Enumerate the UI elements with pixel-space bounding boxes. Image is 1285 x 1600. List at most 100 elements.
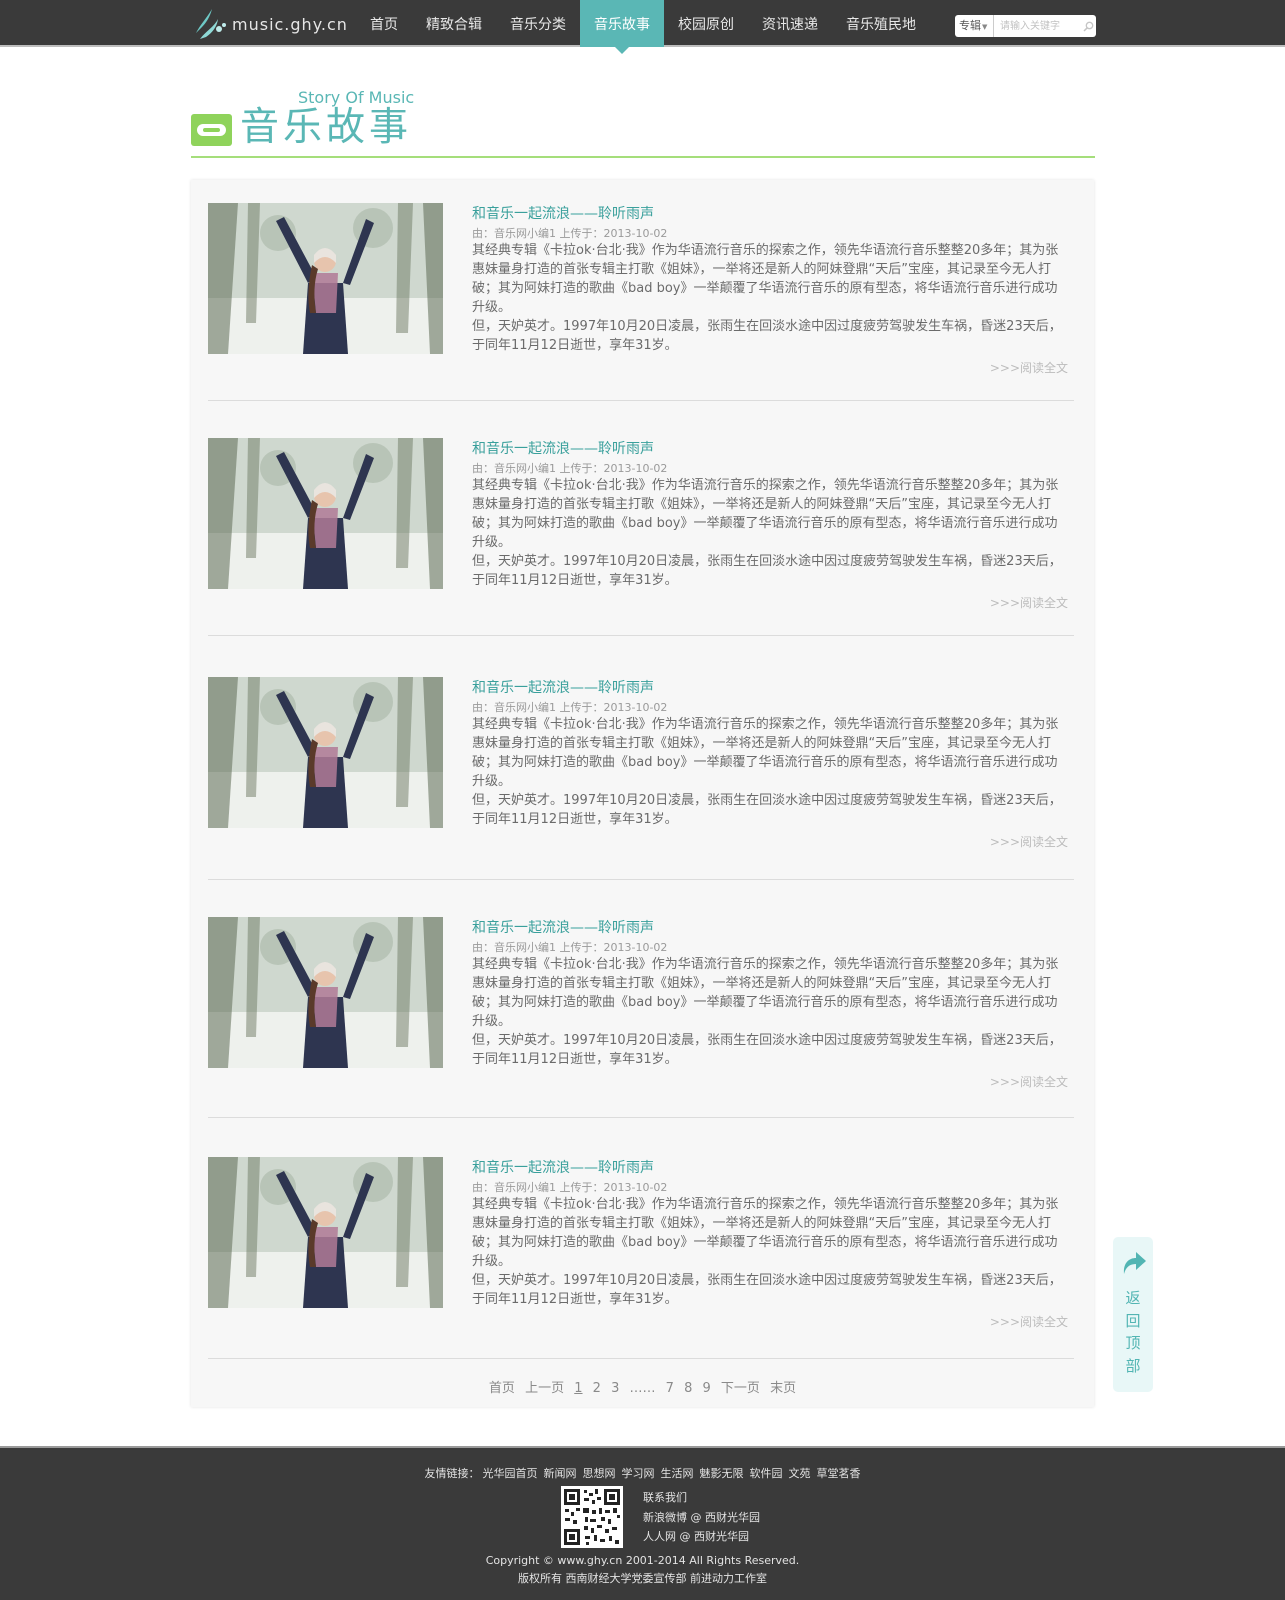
- caret-down-icon: ▼: [982, 23, 988, 31]
- pager-page[interactable]: 8: [684, 1381, 692, 1396]
- article-title-link[interactable]: 和音乐一起流浪——聆听雨声: [472, 203, 654, 223]
- article-excerpt-p2: 但，天妒英才。1997年10月20日凌晨，张雨生在回淡水途中因过度疲劳驾驶发生车…: [472, 793, 1062, 827]
- article-list: 和音乐一起流浪——聆听雨声 由：音乐网小编1 上传于：2013-10-02 其经…: [191, 180, 1094, 1407]
- pager-page[interactable]: 2: [593, 1381, 601, 1396]
- friend-links: 友情链接： 光华园首页 新闻网 思想网 学习网 生活网 魅影无限 软件园 文苑 草堂茗香: [0, 1465, 1285, 1481]
- page-title: 音乐故事: [240, 105, 413, 150]
- search-type-label: 专辑: [959, 19, 981, 32]
- qr-code-icon: [561, 1486, 623, 1548]
- share-arrow-icon: [1123, 1252, 1146, 1274]
- friend-link[interactable]: 魅影无限: [700, 1467, 744, 1480]
- friend-links-label: 友情链接：: [424, 1467, 480, 1480]
- search-box: 专辑▼: [955, 15, 1096, 37]
- pager-page[interactable]: 7: [666, 1381, 674, 1396]
- nav-item-categories[interactable]: 音乐分类: [496, 0, 580, 47]
- back-to-top-char: 返: [1125, 1289, 1141, 1307]
- nav-item-campus-original[interactable]: 校园原创: [664, 0, 748, 47]
- site-footer: 友情链接： 光华园首页 新闻网 思想网 学习网 生活网 魅影无限 软件园 文苑 草堂茗香 联系我们…: [0, 1446, 1285, 1600]
- read-more-link[interactable]: >>>阅读全文: [990, 1313, 1068, 1330]
- article-meta: 由：音乐网小编1 上传于：2013-10-02: [472, 462, 668, 475]
- article-thumbnail[interactable]: [208, 1157, 443, 1308]
- article-excerpt-p1: 其经典专辑《卡拉ok·台北·我》作为华语流行音乐的探索之作，领先华语流行音乐整整…: [472, 243, 1059, 315]
- article-excerpt-p2: 但，天妒英才。1997年10月20日凌晨，张雨生在回淡水途中因过度疲劳驾驶发生车…: [472, 1033, 1062, 1067]
- back-to-top-char: 顶: [1125, 1334, 1141, 1352]
- read-more-link[interactable]: >>>阅读全文: [990, 594, 1068, 611]
- article-meta: 由：音乐网小编1 上传于：2013-10-02: [472, 227, 668, 240]
- article-divider: [208, 635, 1074, 636]
- site-logo[interactable]: music.ghy.cn: [190, 4, 348, 44]
- pager-page[interactable]: 9: [702, 1381, 710, 1396]
- article-excerpt-p1: 其经典专辑《卡拉ok·台北·我》作为华语流行音乐的探索之作，领先华语流行音乐整整…: [472, 717, 1059, 789]
- article-excerpt: 其经典专辑《卡拉ok·台北·我》作为华语流行音乐的探索之作，领先华语流行音乐整整…: [472, 1195, 1062, 1309]
- friend-link[interactable]: 光华园首页: [483, 1467, 538, 1480]
- friend-link[interactable]: 学习网: [622, 1467, 655, 1480]
- search-type-select[interactable]: 专辑▼: [955, 15, 994, 37]
- article-title-link[interactable]: 和音乐一起流浪——聆听雨声: [472, 677, 654, 697]
- friend-link[interactable]: 生活网: [661, 1467, 694, 1480]
- nav-item-news[interactable]: 资讯速递: [748, 0, 832, 47]
- article-divider: [208, 1117, 1074, 1118]
- article-item: 和音乐一起流浪——聆听雨声 由：音乐网小编1 上传于：2013-10-02 其经…: [191, 677, 1094, 877]
- friend-link[interactable]: 新闻网: [544, 1467, 577, 1480]
- article-divider: [208, 879, 1074, 880]
- nav-item-home[interactable]: 首页: [356, 0, 412, 47]
- article-excerpt-p1: 其经典专辑《卡拉ok·台北·我》作为华语流行音乐的探索之作，领先华语流行音乐整整…: [472, 1197, 1059, 1269]
- back-to-top-button[interactable]: 返 回 顶 部: [1113, 1237, 1153, 1392]
- article-excerpt: 其经典专辑《卡拉ok·台北·我》作为华语流行音乐的探索之作，领先华语流行音乐整整…: [472, 476, 1062, 590]
- renren-link[interactable]: 人人网 @ 西财光华园: [643, 1527, 760, 1547]
- article-meta: 由：音乐网小编1 上传于：2013-10-02: [472, 701, 668, 714]
- pager-page-current[interactable]: 1: [574, 1381, 582, 1396]
- search-icon[interactable]: [1080, 15, 1096, 37]
- read-more-link[interactable]: >>>阅读全文: [990, 1073, 1068, 1090]
- article-title-link[interactable]: 和音乐一起流浪——聆听雨声: [472, 917, 654, 937]
- nav-item-collections[interactable]: 精致合辑: [412, 0, 496, 47]
- read-more-link[interactable]: >>>阅读全文: [990, 359, 1068, 376]
- contact-title: 联系我们: [643, 1491, 687, 1504]
- article-excerpt-p2: 但，天妒英才。1997年10月20日凌晨，张雨生在回淡水途中因过度疲劳驾驶发生车…: [472, 319, 1062, 353]
- article-thumbnail[interactable]: [208, 677, 443, 828]
- article-divider: [208, 1358, 1074, 1359]
- contact-info: 联系我们 新浪微博 @ 西财光华园 人人网 @ 西财光华园: [643, 1488, 760, 1547]
- friend-link[interactable]: 文苑: [789, 1467, 811, 1480]
- read-more-link[interactable]: >>>阅读全文: [990, 833, 1068, 850]
- friend-link[interactable]: 软件园: [750, 1467, 783, 1480]
- article-item: 和音乐一起流浪——聆听雨声 由：音乐网小编1 上传于：2013-10-02 其经…: [191, 1157, 1094, 1357]
- friend-link[interactable]: 草堂茗香: [817, 1467, 861, 1480]
- back-to-top-char: 回: [1125, 1311, 1141, 1330]
- copyright-line: Copyright © www.ghy.cn 2001-2014 All Rig…: [485, 1554, 800, 1567]
- article-meta: 由：音乐网小编1 上传于：2013-10-02: [472, 1181, 668, 1194]
- pager-ellipsis: ……: [629, 1381, 656, 1396]
- pager-prev[interactable]: 上一页: [525, 1381, 564, 1396]
- article-excerpt: 其经典专辑《卡拉ok·台北·我》作为华语流行音乐的探索之作，领先华语流行音乐整整…: [472, 241, 1062, 355]
- top-navbar: music.ghy.cn 首页 精致合辑 音乐分类 音乐故事 校园原创 资讯速递…: [0, 0, 1285, 54]
- copyright: Copyright © www.ghy.cn 2001-2014 All Rig…: [0, 1552, 1285, 1588]
- article-excerpt: 其经典专辑《卡拉ok·台北·我》作为华语流行音乐的探索之作，领先华语流行音乐整整…: [472, 955, 1062, 1069]
- article-thumbnail[interactable]: [208, 917, 443, 1068]
- back-to-top-label: 返 回 顶 部: [1113, 1287, 1153, 1377]
- main-nav: 首页 精致合辑 音乐分类 音乐故事 校园原创 资讯速递 音乐殖民地: [356, 0, 930, 54]
- nav-item-music-colony[interactable]: 音乐殖民地: [832, 0, 930, 47]
- article-title-link[interactable]: 和音乐一起流浪——聆听雨声: [472, 1157, 654, 1177]
- article-title-link[interactable]: 和音乐一起流浪——聆听雨声: [472, 438, 654, 458]
- page-header: Story Of Music 音乐故事: [191, 84, 1095, 158]
- article-thumbnail[interactable]: [208, 203, 443, 354]
- search-input[interactable]: [994, 16, 1080, 36]
- pager-next[interactable]: 下一页: [721, 1381, 760, 1396]
- music-note-icon: [196, 9, 226, 39]
- weibo-link[interactable]: 新浪微博 @ 西财光华园: [643, 1508, 760, 1528]
- article-item: 和音乐一起流浪——聆听雨声 由：音乐网小编1 上传于：2013-10-02 其经…: [191, 438, 1094, 638]
- pager-page[interactable]: 3: [611, 1381, 619, 1396]
- article-excerpt-p2: 但，天妒英才。1997年10月20日凌晨，张雨生在回淡水途中因过度疲劳驾驶发生车…: [472, 554, 1062, 588]
- article-excerpt-p2: 但，天妒英才。1997年10月20日凌晨，张雨生在回淡水途中因过度疲劳驾驶发生车…: [472, 1273, 1062, 1307]
- friend-link[interactable]: 思想网: [583, 1467, 616, 1480]
- owner-line: 版权所有 西南财经大学党委宣传部 前进动力工作室: [518, 1572, 767, 1585]
- pagination: 首页 上一页 1 2 3 …… 7 8 9 下一页 末页: [191, 1377, 1094, 1396]
- pager-last[interactable]: 末页: [770, 1381, 796, 1396]
- logo-text: music.ghy.cn: [232, 14, 348, 34]
- nav-item-music-stories[interactable]: 音乐故事: [580, 0, 664, 54]
- article-item: 和音乐一起流浪——聆听雨声 由：音乐网小编1 上传于：2013-10-02 其经…: [191, 917, 1094, 1117]
- pager-first[interactable]: 首页: [489, 1381, 515, 1396]
- article-thumbnail[interactable]: [208, 438, 443, 589]
- back-to-top-char: 部: [1125, 1356, 1141, 1375]
- article-meta: 由：音乐网小编1 上传于：2013-10-02: [472, 941, 668, 954]
